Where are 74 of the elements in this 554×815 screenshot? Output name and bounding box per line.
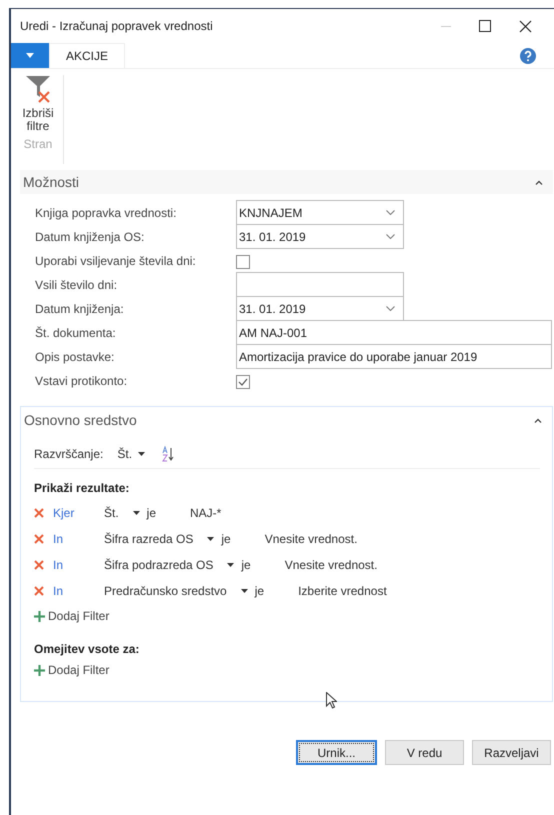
window-title: Uredi - Izračunaj popravek vrednosti <box>20 18 213 35</box>
dialog-button[interactable]: V redu <box>385 740 464 765</box>
plus-icon <box>34 610 45 622</box>
filter-field-dropdown[interactable]: Šifra razreda OS <box>104 530 214 548</box>
filter-field-dropdown[interactable]: Predračunsko sredstvo <box>104 582 248 600</box>
sort-order-icon[interactable] <box>161 446 176 462</box>
dialog-button[interactable]: Urnik... <box>296 740 377 765</box>
remove-icon[interactable] <box>34 560 44 570</box>
section-header[interactable]: Možnosti <box>20 170 553 194</box>
collapse-icon[interactable] <box>535 180 543 184</box>
section-heading: Prikaži rezultate: <box>34 480 130 497</box>
caret-icon <box>240 589 248 593</box>
dropdown-field[interactable]: 31. 01. 2019 <box>236 296 404 321</box>
help-icon[interactable] <box>520 48 536 64</box>
filter-value[interactable]: Izberite vrednost <box>298 582 387 600</box>
input-field[interactable]: AM NAJ-001 <box>236 320 552 345</box>
filter-value[interactable]: Vnesite vrednost. <box>264 530 358 548</box>
group-label: Stran <box>24 136 52 153</box>
filter-connector[interactable]: In <box>53 530 104 548</box>
input-field[interactable] <box>236 272 404 297</box>
input-field[interactable]: Amortizacija pravice do uporabe januar 2019 <box>236 344 552 369</box>
filter-operator: je <box>146 505 156 522</box>
checkbox[interactable] <box>236 375 250 389</box>
field-label: Vsili število dni: <box>35 276 118 294</box>
field-label: Knjiga popravka vrednosti: <box>35 204 178 222</box>
filter-field-dropdown[interactable]: Št. <box>104 504 140 522</box>
checkbox[interactable] <box>236 255 250 269</box>
filter-value[interactable]: NAJ-* <box>190 504 222 522</box>
add-filter-link[interactable]: Dodaj Filter <box>34 658 540 682</box>
remove-icon[interactable] <box>34 586 44 596</box>
field-label: Datum knjiženja OS: <box>35 228 146 246</box>
dialog-button[interactable]: Razveljavi <box>472 740 551 765</box>
section-heading: Omejitev vsote za: <box>34 641 140 658</box>
caret-icon <box>132 511 140 515</box>
mouse-cursor-icon <box>326 692 337 709</box>
dropdown-field[interactable]: 31. 01. 2019 <box>236 224 404 249</box>
remove-icon[interactable] <box>34 508 44 518</box>
collapse-icon[interactable] <box>534 418 542 422</box>
app-menu-button[interactable] <box>11 43 49 68</box>
field-label: Vstavi protikonto: <box>35 372 128 390</box>
filter-connector[interactable]: In <box>53 582 104 600</box>
clear-filters-button[interactable]: Izbriši filtre <box>19 75 57 133</box>
remove-icon[interactable] <box>34 534 44 544</box>
caret-icon <box>26 53 34 58</box>
filter-operator: je <box>241 557 251 574</box>
section-title: Osnovno sredstvo <box>24 410 137 430</box>
caret-icon <box>138 452 146 456</box>
maximize-icon[interactable] <box>479 20 491 32</box>
field-label: Uporabi vsiljevanje števila dni: <box>35 252 197 270</box>
dropdown-chevron-icon <box>386 234 395 239</box>
sort-label: Razvrščanje: <box>34 446 104 462</box>
filter-field-dropdown[interactable]: Šifra podrazreda OS <box>104 556 234 574</box>
filter-connector[interactable]: Kjer <box>53 504 104 522</box>
field-label: Opis postavke: <box>35 348 116 366</box>
filter-operator: je <box>254 583 264 600</box>
tab[interactable]: AKCIJE <box>49 43 126 68</box>
dropdown-chevron-icon <box>386 210 395 215</box>
plus-icon <box>34 664 45 676</box>
section-title: Možnosti <box>23 172 80 192</box>
dropdown-chevron-icon <box>386 306 395 311</box>
checkmark-icon <box>238 378 248 386</box>
caret-icon <box>227 563 234 567</box>
filter-value[interactable]: Vnesite vrednost. <box>284 556 378 574</box>
sort-field-dropdown[interactable]: Št. <box>117 444 146 462</box>
close-icon[interactable] <box>519 20 532 32</box>
field-label: Št. dokumenta: <box>35 324 117 342</box>
field-label: Datum knjiženja: <box>35 300 125 318</box>
filter-operator: je <box>221 531 231 548</box>
dropdown-field[interactable]: KNJNAJEM <box>236 200 404 225</box>
add-filter-link[interactable]: Dodaj Filter <box>34 604 540 628</box>
caret-icon <box>207 537 214 541</box>
filter-connector[interactable]: In <box>53 556 104 574</box>
filter-remove-icon <box>25 75 51 103</box>
section-header[interactable]: Osnovno sredstvo <box>21 407 552 433</box>
